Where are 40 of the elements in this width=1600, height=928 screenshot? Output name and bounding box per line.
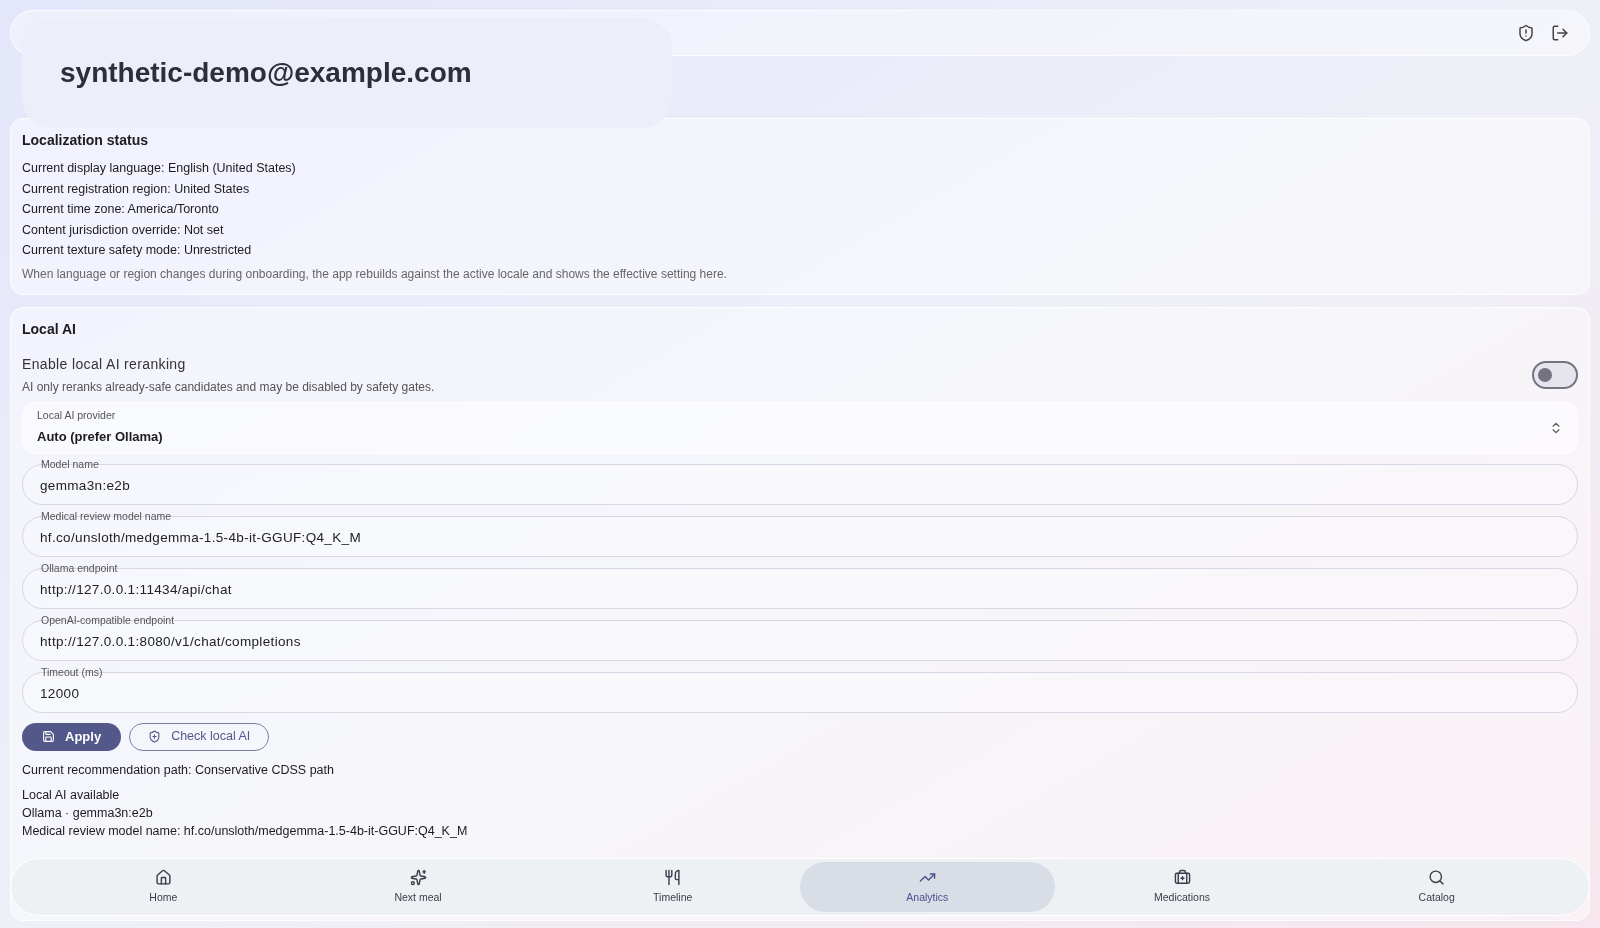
nav-tab[interactable]: Analytics — [800, 862, 1055, 912]
nav-tab[interactable]: Home — [36, 862, 291, 912]
medicine-box-icon — [1173, 868, 1191, 886]
field-value: gemma3n:e2b — [40, 476, 131, 495]
nav-tab[interactable]: Medications — [1054, 862, 1310, 912]
shield-plus-icon — [148, 730, 162, 743]
status-line: Current registration region: United States — [22, 180, 251, 198]
path-text: Current recommendation path: Conservative CDSS path — [22, 761, 335, 779]
card-title: Local AI — [22, 319, 77, 339]
shield-info-icon[interactable] — [1517, 24, 1535, 42]
field-value: http://127.0.0.1:11434/api/chat — [40, 580, 232, 599]
field-value: http://127.0.0.1:8080/v1/chat/completions — [40, 632, 301, 651]
fork-knife-icon — [664, 868, 682, 886]
note-text: When language or region changes during onboarding, the app rebuilds against the active locale and shows the effective setting here. — [22, 265, 728, 283]
account-email: synthetic-demo@example.com — [60, 56, 472, 90]
nav-tab[interactable]: Timeline — [545, 862, 800, 912]
sparkles-icon — [409, 868, 427, 886]
status-line: Ollama · gemma3n:e2b — [22, 805, 154, 823]
status-line: Current time zone: America/Toronto — [22, 201, 220, 218]
status-line: Local AI available — [22, 787, 121, 805]
field-value: 12000 — [40, 684, 80, 703]
logout-icon[interactable] — [1551, 24, 1569, 42]
field-value: hf.co/unsloth/medgemma-1.5-4b-it-GGUF:Q4_K_M — [40, 528, 361, 547]
home-icon — [154, 868, 172, 886]
status-line: Current display language: English (United States) — [22, 160, 297, 177]
select-label: Local AI provider — [37, 408, 117, 424]
status-line: Medical review model name: hf.co/unsloth/medgemma-1.5-4b-it-GGUF:Q4_K_M — [22, 823, 469, 841]
toggle-switch[interactable] — [1532, 360, 1578, 389]
provider-select[interactable]: Local AI provider Auto (prefer Ollama) — [22, 401, 1578, 454]
search-icon — [1428, 868, 1446, 886]
status-line: Content jurisdiction override: Not set — [22, 221, 225, 239]
apply-button[interactable]: Apply — [22, 722, 122, 751]
toggle-description: AI only reranks already-safe candidates and may be disabled by safety gates. — [22, 378, 435, 396]
select-value: Auto (prefer Ollama) — [37, 428, 163, 447]
card-title: Localization status — [22, 131, 150, 150]
nav-tab[interactable]: Catalog — [1309, 862, 1565, 912]
save-icon — [42, 730, 55, 743]
toggle-label: Enable local AI reranking — [22, 354, 187, 374]
status-line: Current texture safety mode: Unrestricted — [22, 242, 253, 259]
nav-tab[interactable]: Next meal — [290, 862, 546, 912]
